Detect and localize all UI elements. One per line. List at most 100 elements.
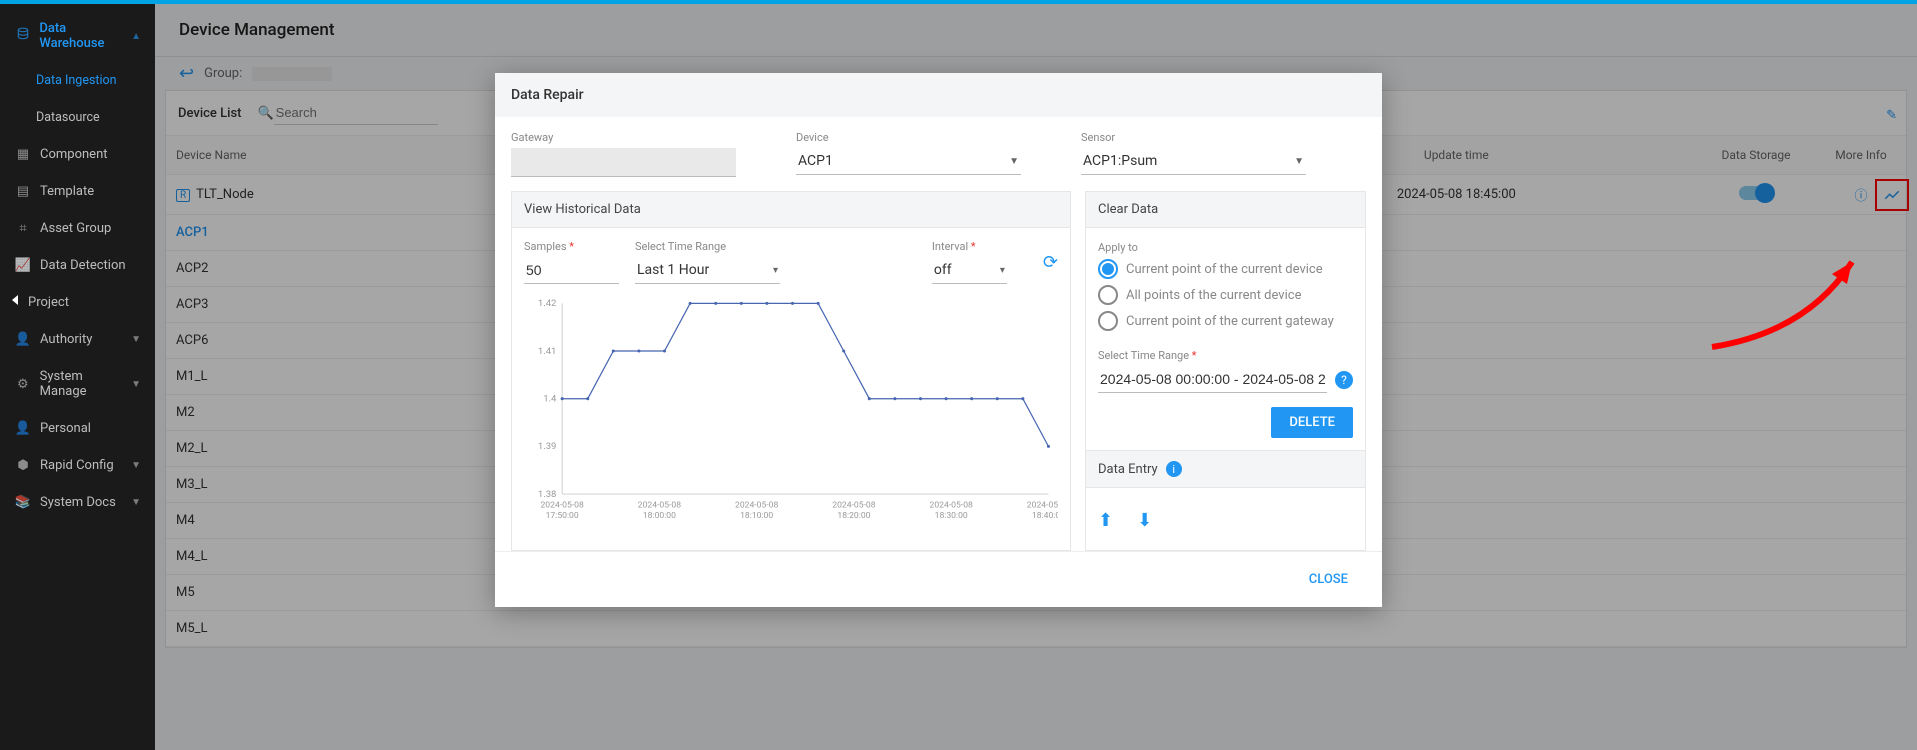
edit-icon[interactable]: ✎ — [1886, 108, 1897, 123]
chevron-down-icon: ▼ — [131, 460, 141, 471]
svg-text:2024-05-08: 2024-05-08 — [540, 500, 583, 510]
clear-data-pane: Clear Data Apply to Current point of the… — [1085, 191, 1366, 551]
back-icon[interactable]: ↩ — [179, 63, 194, 84]
radio-icon — [1098, 259, 1118, 279]
more-info-chart-icon[interactable] — [1875, 179, 1909, 211]
samples-field[interactable]: Samples * — [524, 240, 619, 284]
upload-icon[interactable]: ⬆ — [1098, 510, 1113, 531]
row-storage — [1696, 583, 1816, 603]
help-icon[interactable]: ? — [1335, 371, 1353, 389]
info-icon[interactable]: i — [1166, 461, 1182, 477]
data-entry-label: Data Entry — [1098, 462, 1158, 477]
chevron-up-icon: ▲ — [131, 31, 141, 42]
radio-icon — [1098, 311, 1118, 331]
svg-text:18:10:00: 18:10:00 — [740, 511, 773, 521]
database-icon — [14, 27, 31, 45]
radio-all-points-device[interactable]: All points of the current device — [1098, 285, 1353, 305]
data-entry-header: Data Entry i — [1086, 450, 1365, 488]
row-more — [1816, 439, 1906, 459]
svg-text:1.42: 1.42 — [538, 298, 557, 309]
book-icon: 📚 — [14, 495, 32, 510]
download-icon[interactable]: ⬇ — [1137, 510, 1152, 531]
sidebar-head-data-warehouse[interactable]: Data Warehouse ▲ — [0, 10, 155, 62]
collapse-icon — [12, 295, 18, 305]
gateway-label: Gateway — [511, 131, 736, 144]
chevron-down-icon: ▼ — [1294, 156, 1304, 167]
svg-text:17:50:00: 17:50:00 — [546, 511, 579, 521]
device-list-label: Device List — [178, 106, 241, 121]
chevron-down-icon: ▾ — [773, 265, 778, 276]
row-more — [1816, 511, 1906, 531]
row-storage — [1696, 547, 1816, 567]
row-more — [1816, 583, 1906, 603]
chart-icon: 📈 — [14, 258, 32, 273]
interval-field[interactable]: Interval * off▾ — [932, 240, 1007, 284]
svg-text:18:00:00: 18:00:00 — [643, 511, 676, 521]
time-range-field[interactable]: Select Time Range Last 1 Hour▾ — [635, 240, 780, 284]
row-storage — [1696, 367, 1816, 387]
layers-icon: ▤ — [14, 184, 32, 199]
row-storage — [1696, 475, 1816, 495]
row-name: M2 — [176, 405, 195, 420]
svg-text:1.41: 1.41 — [538, 346, 557, 357]
svg-text:2024-05-08: 2024-05-08 — [735, 500, 778, 510]
sidebar-sub-data-ingestion[interactable]: Data Ingestion — [0, 62, 155, 99]
clear-time-range-field[interactable]: Select Time Range * ? — [1098, 349, 1353, 393]
svg-text:18:20:00: 18:20:00 — [837, 511, 870, 521]
sidebar-item-component[interactable]: ▦Component — [0, 136, 155, 173]
chevron-down-icon: ▼ — [1009, 156, 1019, 167]
sidebar-item-authority[interactable]: 👤Authority▼ — [0, 321, 155, 358]
historical-chart: 1.381.391.41.411.422024-05-0817:50:00202… — [524, 288, 1058, 538]
close-button[interactable]: CLOSE — [1291, 564, 1366, 595]
clear-time-range-input[interactable] — [1098, 366, 1327, 393]
row-name: M1_L — [176, 369, 208, 384]
row-update — [1217, 619, 1696, 639]
row-storage — [1696, 619, 1816, 639]
grid-icon: ▦ — [14, 147, 32, 162]
row-name: ACP3 — [176, 297, 208, 312]
chevron-down-icon: ▾ — [1000, 265, 1005, 276]
clear-data-label: Clear Data — [1086, 192, 1365, 228]
refresh-icon[interactable]: ⟳ — [1043, 252, 1058, 273]
sidebar-item-asset-group[interactable]: ⌗Asset Group — [0, 210, 155, 247]
row-more — [1816, 547, 1906, 567]
chevron-down-icon: ▼ — [131, 379, 141, 390]
sidebar-sub-datasource[interactable]: Datasource — [0, 99, 155, 136]
sidebar-item-template[interactable]: ▤Template — [0, 173, 155, 210]
storage-toggle[interactable] — [1739, 186, 1773, 200]
radio-current-point-gateway[interactable]: Current point of the current gateway — [1098, 311, 1353, 331]
row-name: ACP1 — [176, 225, 209, 240]
chevron-down-icon: ▼ — [131, 497, 141, 508]
person-icon: 👤 — [14, 421, 32, 436]
delete-button[interactable]: DELETE — [1271, 407, 1353, 438]
info-icon[interactable]: ⓘ — [1854, 189, 1867, 204]
sidebar-item-data-detection[interactable]: 📈Data Detection — [0, 247, 155, 284]
table-row[interactable]: M5_L — [166, 611, 1906, 647]
sensor-field[interactable]: Sensor ACP1:Psum▼ — [1081, 131, 1306, 177]
view-historical-pane: View Historical Data Samples * Select Ti… — [511, 191, 1071, 551]
gateway-field[interactable]: Gateway — [511, 131, 736, 177]
search-icon: 🔍 — [257, 106, 273, 121]
device-field[interactable]: Device ACP1▼ — [796, 131, 1021, 177]
svg-text:18:30:00: 18:30:00 — [935, 511, 968, 521]
row-more — [1816, 403, 1906, 423]
search-input[interactable] — [274, 101, 438, 125]
gear-icon: ⚙ — [14, 377, 32, 392]
row-name: ACP6 — [176, 333, 208, 348]
sidebar-item-system-docs[interactable]: 📚System Docs▼ — [0, 484, 155, 521]
samples-input[interactable] — [524, 257, 619, 284]
row-value — [921, 619, 1217, 639]
sidebar-item-system-manage[interactable]: ⚙System Manage▼ — [0, 358, 155, 410]
radio-current-point-device[interactable]: Current point of the current device — [1098, 259, 1353, 279]
sidebar-item-project[interactable]: Project — [0, 284, 155, 321]
sensor-label: Sensor — [1081, 131, 1306, 144]
sidebar-item-personal[interactable]: 👤Personal — [0, 410, 155, 447]
sidebar: Data Warehouse ▲ Data Ingestion Datasour… — [0, 4, 155, 750]
row-storage — [1696, 176, 1816, 214]
svg-text:1.38: 1.38 — [538, 489, 557, 500]
sidebar-item-rapid-config[interactable]: ⬢Rapid Config▼ — [0, 447, 155, 484]
svg-text:18:40:00: 18:40:00 — [1032, 511, 1058, 521]
col-data-storage: Data Storage — [1696, 136, 1816, 174]
modal-title: Data Repair — [495, 73, 1382, 117]
radio-icon — [1098, 285, 1118, 305]
